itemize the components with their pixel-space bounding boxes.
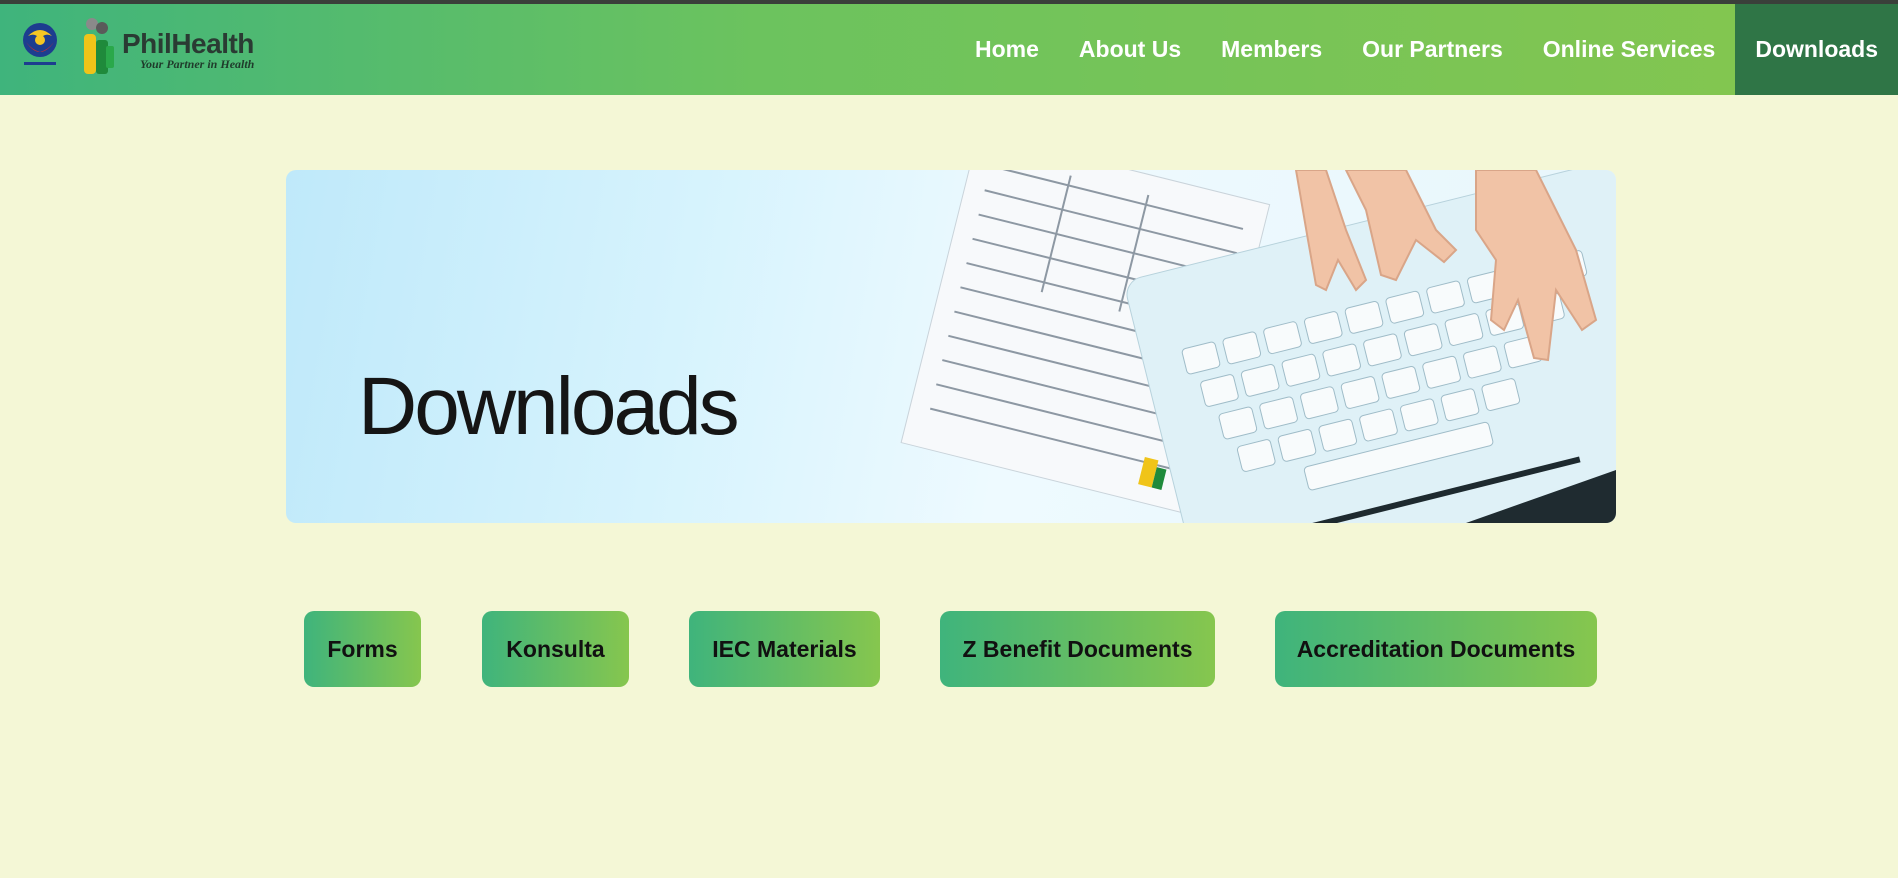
- philhealth-logo[interactable]: PhilHealth Your Partner in Health: [78, 14, 278, 82]
- nav-downloads[interactable]: Downloads: [1735, 4, 1898, 95]
- bagong-pilipinas-seal-icon[interactable]: [18, 18, 62, 68]
- konsulta-button[interactable]: Konsulta: [482, 611, 629, 687]
- nav-members[interactable]: Members: [1201, 4, 1342, 95]
- banner-title: Downloads: [358, 361, 740, 452]
- z-benefit-documents-button[interactable]: Z Benefit Documents: [940, 611, 1215, 687]
- nav-home[interactable]: Home: [955, 4, 1059, 95]
- iec-materials-button[interactable]: IEC Materials: [689, 611, 880, 687]
- nav-about-us[interactable]: About Us: [1059, 4, 1201, 95]
- top-navbar: PhilHealth Your Partner in Health Home A…: [0, 4, 1898, 95]
- nav-our-partners[interactable]: Our Partners: [1342, 4, 1523, 95]
- accreditation-documents-button[interactable]: Accreditation Documents: [1275, 611, 1597, 687]
- forms-button[interactable]: Forms: [304, 611, 421, 687]
- banner-illustration: [900, 170, 1616, 523]
- download-categories: Forms Konsulta IEC Materials Z Benefit D…: [0, 611, 1898, 687]
- main-nav: Home About Us Members Our Partners Onlin…: [955, 4, 1898, 95]
- logo-wordmark: PhilHealth: [122, 28, 254, 59]
- logo-tagline: Your Partner in Health: [140, 57, 255, 71]
- nav-online-services[interactable]: Online Services: [1523, 4, 1736, 95]
- downloads-banner: Downloads: [286, 170, 1616, 523]
